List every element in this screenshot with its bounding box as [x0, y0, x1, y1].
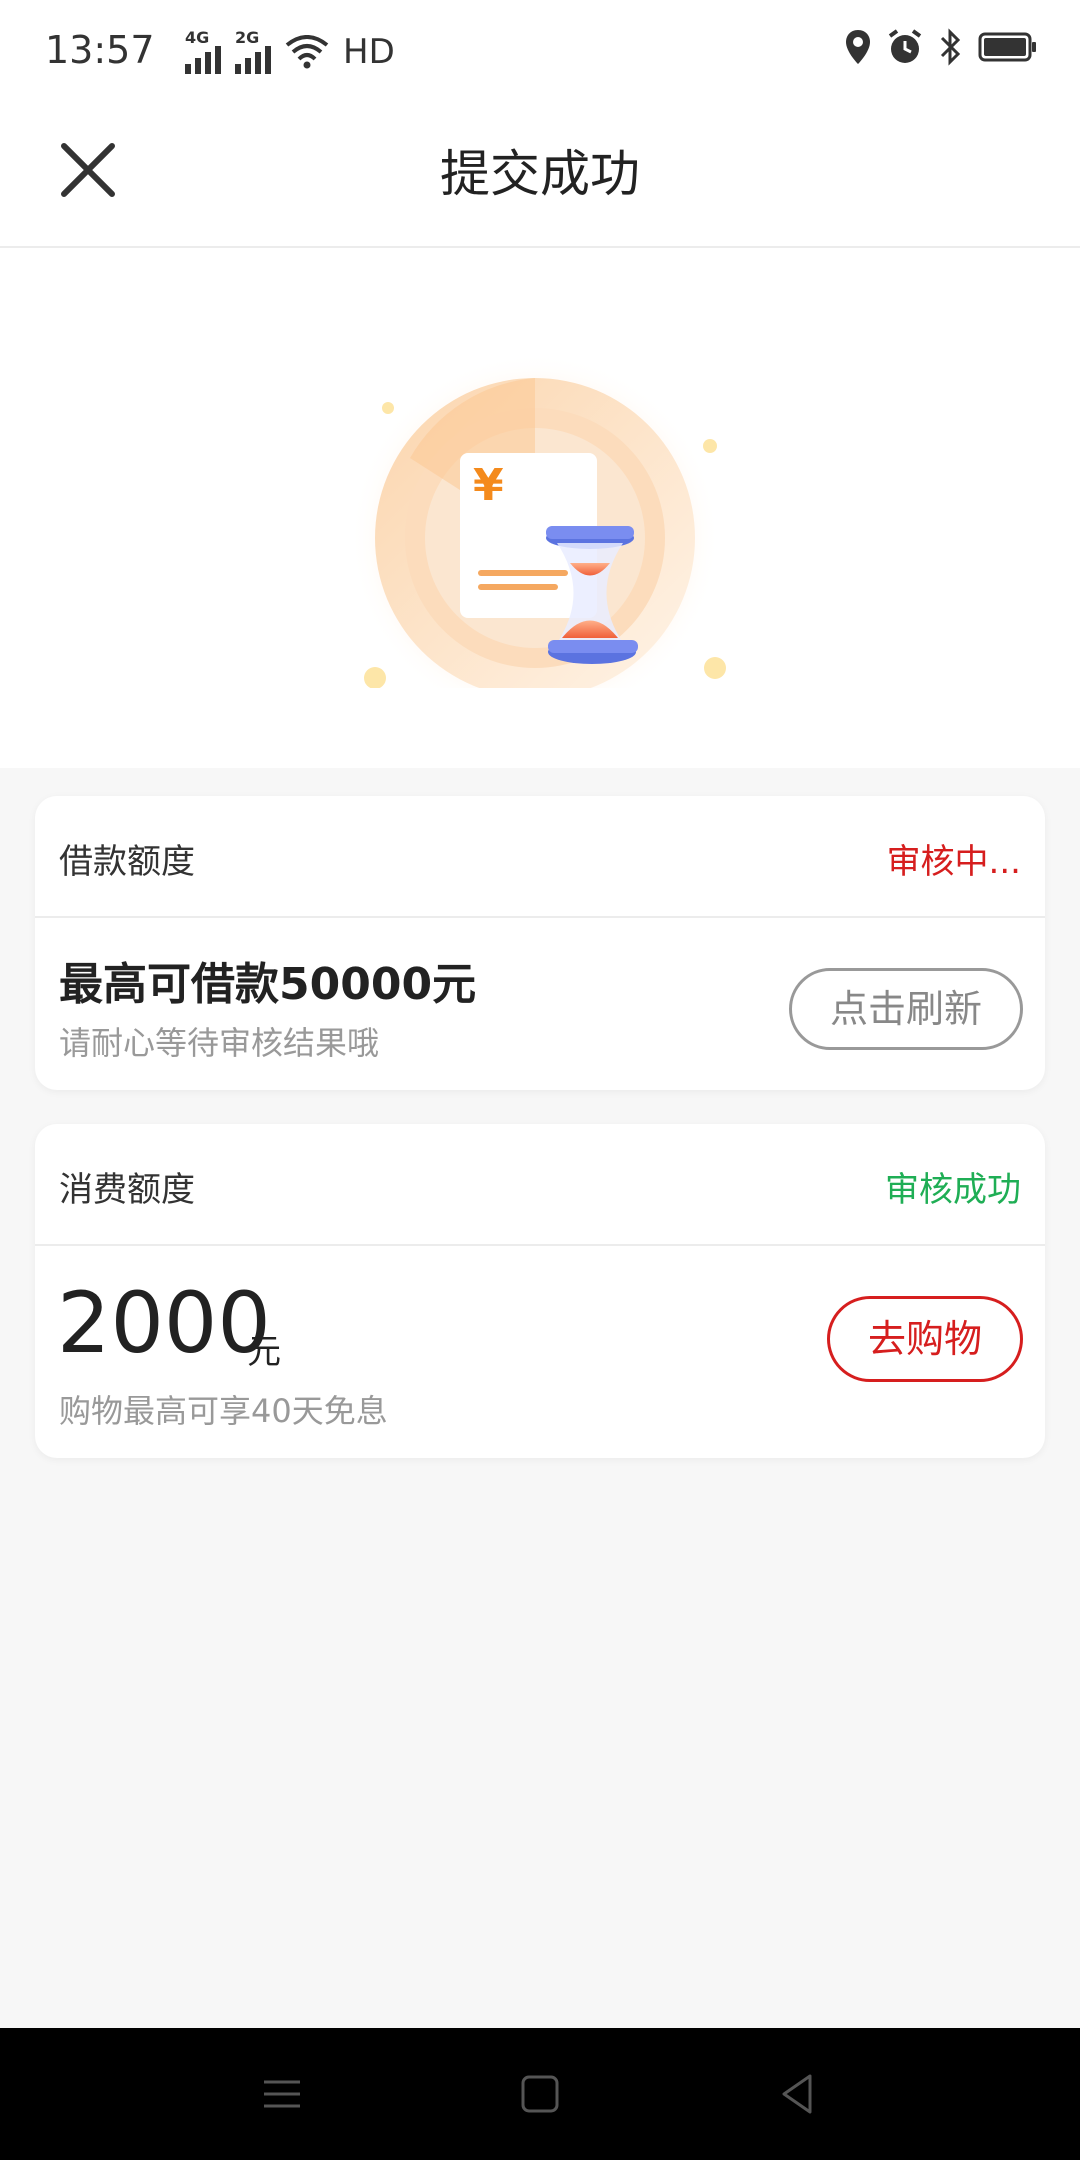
currency-symbol: ¥: [473, 460, 504, 511]
hd-icon: HD: [343, 32, 395, 72]
home-icon[interactable]: [510, 2064, 570, 2124]
battery-icon: [978, 32, 1036, 62]
bluetooth-icon: [940, 28, 961, 66]
spend-amount: 2000: [57, 1274, 271, 1372]
spend-card-header: 消费额度 审核成功: [35, 1124, 1045, 1246]
status-left-icons: 4G 2G HD: [185, 30, 395, 74]
status-right-icons: [844, 28, 1038, 66]
alarm-icon: [888, 29, 922, 63]
loan-limit-card: 借款额度 审核中... 最高可借款50000元 请耐心等待审核结果哦 点击刷新: [35, 796, 1045, 1090]
loan-limit-label: 借款额度: [59, 842, 195, 882]
status-bar: 13:57 4G 2G HD: [0, 0, 1080, 104]
refresh-button[interactable]: 点击刷新: [789, 968, 1023, 1050]
loan-status-badge: 审核中...: [886, 842, 1021, 882]
spend-limit-card: 消费额度 审核成功 2000 元 购物最高可享40天免息 去购物: [35, 1124, 1045, 1458]
status-time: 13:57: [45, 28, 155, 72]
hero-illustration: ¥: [0, 248, 1080, 768]
page-title: 提交成功: [440, 145, 640, 203]
go-shopping-button[interactable]: 去购物: [827, 1296, 1023, 1382]
location-icon: [846, 30, 870, 64]
spend-status-badge: 审核成功: [885, 1170, 1021, 1210]
reviewing-illustration: ¥: [350, 353, 726, 688]
spend-unit: 元: [247, 1332, 281, 1372]
signal-2g-icon: 2G: [235, 30, 271, 74]
spend-limit-label: 消费额度: [59, 1170, 195, 1210]
wifi-icon: [285, 35, 329, 69]
back-icon[interactable]: [768, 2064, 828, 2124]
header: 提交成功: [0, 104, 1080, 248]
loan-max-amount: 最高可借款50000元: [59, 959, 477, 1010]
system-nav-bar: [0, 2028, 1080, 2160]
loan-card-body: 最高可借款50000元 请耐心等待审核结果哦 点击刷新: [35, 918, 1045, 1090]
loan-card-header: 借款额度 审核中...: [35, 796, 1045, 918]
menu-icon[interactable]: [252, 2064, 312, 2124]
loan-wait-hint: 请耐心等待审核结果哦: [59, 1024, 380, 1062]
screen: 13:57 4G 2G HD 提交成功 ¥ 借款额度 审核中... 最高可借款5…: [0, 0, 1080, 2160]
spend-interest-free-hint: 购物最高可享40天免息: [59, 1392, 388, 1430]
spend-card-body: 2000 元 购物最高可享40天免息 去购物: [35, 1246, 1045, 1458]
signal-4g-icon: 4G: [185, 30, 221, 74]
